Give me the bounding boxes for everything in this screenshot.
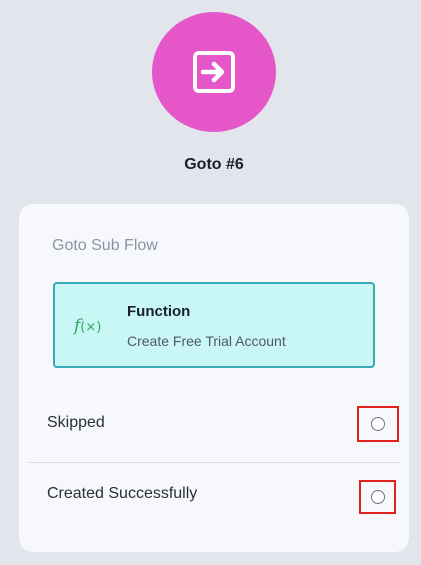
section-label: Goto Sub Flow: [52, 237, 158, 254]
outcome-row-skipped[interactable]: Skipped: [19, 402, 409, 442]
function-subtitle: Create Free Trial Account: [127, 333, 286, 349]
goto-arrow-icon: [193, 51, 235, 93]
function-target-box[interactable]: f(×) Function Create Free Trial Account: [53, 282, 375, 368]
outcome-label: Skipped: [47, 414, 105, 431]
outcome-row-created-successfully[interactable]: Created Successfully: [19, 476, 409, 516]
divider: [28, 462, 400, 463]
radio-highlight: [359, 480, 396, 514]
function-title: Function: [127, 303, 191, 320]
outcome-label: Created Successfully: [47, 485, 198, 502]
created-successfully-radio[interactable]: [370, 490, 385, 504]
node-title: Goto #6: [184, 156, 244, 173]
goto-node-icon-circle[interactable]: [152, 12, 276, 132]
function-fx-icon: f(×): [74, 316, 102, 336]
skipped-radio[interactable]: [371, 417, 385, 431]
goto-config-card: Goto Sub Flow f(×) Function Create Free …: [19, 204, 409, 552]
radio-highlight: [357, 406, 399, 442]
